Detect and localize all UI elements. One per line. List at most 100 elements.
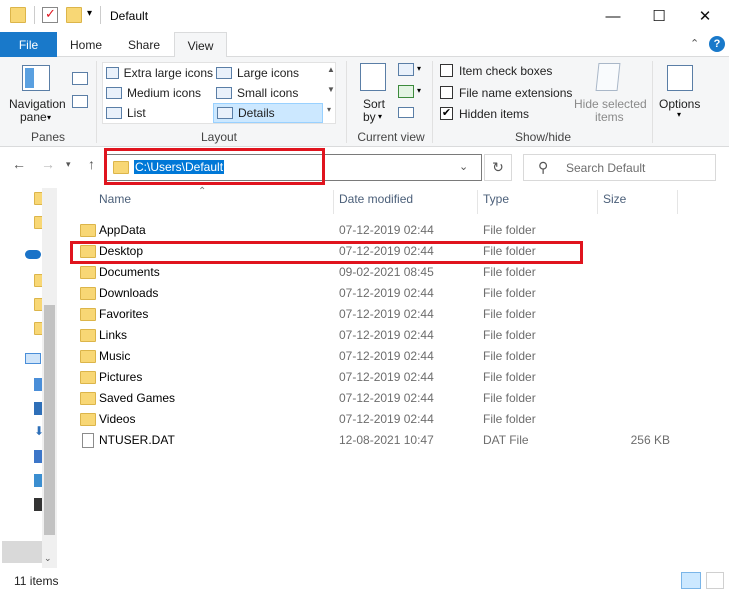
hide-selected-items-label: Hide selected	[574, 97, 647, 111]
table-row[interactable]: Documents 09-02-2021 08:45 File folder	[76, 262, 586, 283]
hidden-items-label[interactable]: Hidden items	[459, 107, 529, 121]
search-placeholder[interactable]: Search Default	[566, 161, 645, 175]
title-bar: ✓ ▾ Default — ☐ ✕	[0, 0, 729, 32]
column-separator[interactable]	[333, 190, 334, 214]
column-header-type[interactable]: Type	[483, 192, 509, 214]
close-button[interactable]: ✕	[682, 0, 728, 32]
list-icon	[106, 107, 122, 119]
options-label[interactable]: Options	[659, 97, 700, 111]
folder-icon	[80, 287, 96, 300]
column-header-size[interactable]: Size	[603, 192, 626, 214]
recent-locations-icon[interactable]: ▾	[66, 159, 71, 170]
file-name-extensions-checkbox[interactable]	[440, 86, 453, 99]
group-label-current-view: Current view	[357, 130, 425, 144]
add-columns-icon[interactable]	[398, 85, 414, 98]
divider	[34, 6, 35, 24]
highlight-box-desktop-row	[70, 241, 583, 264]
layout-extra-large-icons[interactable]: Extra large icons	[103, 63, 213, 83]
gallery-down-icon[interactable]: ▼	[327, 85, 335, 94]
ribbon: Navigation pane ▾ Panes Extra large icon…	[0, 57, 729, 147]
status-item-count: 11 items	[14, 574, 59, 588]
column-separator[interactable]	[477, 190, 478, 214]
onedrive-icon[interactable]	[25, 250, 41, 259]
folder-icon	[10, 7, 26, 23]
table-row[interactable]: Favorites 07-12-2019 02:44 File folder	[76, 304, 586, 325]
options-icon[interactable]	[667, 65, 693, 91]
folder-icon	[80, 371, 96, 384]
details-pane-icon[interactable]	[72, 95, 88, 108]
folder-icon	[80, 266, 96, 279]
table-row[interactable]: AppData 07-12-2019 02:44 File folder	[76, 220, 586, 241]
group-separator	[652, 61, 653, 143]
layout-gallery: Extra large icons Large icons Medium ico…	[102, 62, 336, 124]
tab-view[interactable]: View	[174, 32, 227, 58]
nav-selected-item[interactable]	[2, 541, 42, 563]
quick-access-dropdown-icon[interactable]: ▾	[87, 8, 92, 19]
chevron-down-icon: ▾	[378, 112, 383, 121]
gallery-up-icon[interactable]: ▲	[327, 65, 335, 74]
sort-by-icon[interactable]	[360, 63, 386, 91]
preview-pane-icon[interactable]	[72, 72, 88, 85]
highlight-box-address	[104, 148, 325, 185]
chevron-down-icon: ▾	[677, 110, 682, 119]
tab-home[interactable]: Home	[60, 32, 112, 57]
help-icon[interactable]: ?	[709, 36, 725, 52]
file-icon	[82, 433, 94, 448]
group-by-icon[interactable]	[398, 63, 414, 76]
ribbon-tabs: File Home Share View ⌃ ?	[0, 32, 729, 58]
folder-icon	[80, 308, 96, 321]
tab-share[interactable]: Share	[118, 32, 170, 57]
navigation-pane-icon[interactable]	[22, 65, 50, 91]
hidden-items-checkbox[interactable]: ✔	[440, 107, 453, 120]
tab-file[interactable]: File	[0, 32, 57, 57]
navigation-pane-label[interactable]: Navigation	[9, 97, 66, 111]
properties-icon[interactable]: ✓	[42, 6, 58, 23]
table-row[interactable]: Videos 07-12-2019 02:44 File folder	[76, 409, 586, 430]
this-pc-icon[interactable]	[25, 353, 41, 364]
layout-large-icons[interactable]: Large icons	[213, 63, 323, 83]
table-row[interactable]: Pictures 07-12-2019 02:44 File folder	[76, 367, 586, 388]
column-separator[interactable]	[597, 190, 598, 214]
new-folder-icon[interactable]	[66, 7, 82, 23]
refresh-button[interactable]: ↻	[484, 154, 512, 181]
minimize-button[interactable]: —	[590, 0, 636, 32]
file-name-extensions-label[interactable]: File name extensions	[459, 86, 572, 100]
table-row[interactable]: Music 07-12-2019 02:44 File folder	[76, 346, 586, 367]
sort-by-label[interactable]: Sort	[363, 97, 385, 111]
address-dropdown-icon[interactable]: ⌄	[459, 160, 468, 173]
search-box[interactable]: ⚲ Search Default	[523, 154, 716, 181]
layout-details[interactable]: Details	[213, 103, 323, 123]
back-button[interactable]: ←	[12, 156, 26, 172]
large-icons-view-toggle-icon[interactable]	[706, 572, 724, 589]
table-row[interactable]: Saved Games 07-12-2019 02:44 File folder	[76, 388, 586, 409]
chevron-down-icon: ▾	[417, 86, 422, 95]
size-columns-icon[interactable]	[398, 107, 414, 118]
navigation-scrollbar-thumb[interactable]	[44, 305, 55, 535]
layout-medium-icons[interactable]: Medium icons	[103, 83, 213, 103]
item-check-boxes-label[interactable]: Item check boxes	[459, 64, 552, 78]
collapse-ribbon-icon[interactable]: ⌃	[690, 37, 699, 50]
details-view-toggle-icon[interactable]	[681, 572, 701, 589]
group-separator	[96, 61, 97, 143]
forward-button[interactable]: →	[41, 156, 55, 172]
small-icons-icon	[216, 87, 232, 99]
scroll-down-icon[interactable]: ⌄	[44, 553, 52, 564]
column-separator[interactable]	[677, 190, 678, 214]
group-separator	[432, 61, 433, 143]
navigation-pane-label-line2[interactable]: pane	[20, 110, 47, 124]
sort-by-label-line2[interactable]: by	[363, 110, 376, 124]
sort-indicator-icon: ⌃	[198, 186, 207, 197]
up-button[interactable]: ↑	[88, 156, 95, 172]
layout-small-icons[interactable]: Small icons	[213, 83, 323, 103]
item-check-boxes-checkbox[interactable]	[440, 64, 453, 77]
layout-list[interactable]: List	[103, 103, 213, 123]
gallery-more-icon[interactable]: ▾	[327, 105, 331, 114]
maximize-button[interactable]: ☐	[636, 0, 682, 32]
table-row[interactable]: Downloads 07-12-2019 02:44 File folder	[76, 283, 586, 304]
column-header-name[interactable]: Name	[99, 192, 131, 214]
table-row[interactable]: Links 07-12-2019 02:44 File folder	[76, 325, 586, 346]
group-label-panes: Panes	[30, 130, 66, 144]
column-header-date-modified[interactable]: Date modified	[339, 192, 413, 214]
search-icon: ⚲	[538, 159, 549, 175]
table-row[interactable]: NTUSER.DAT 12-08-2021 10:47 DAT File 256…	[76, 430, 670, 451]
